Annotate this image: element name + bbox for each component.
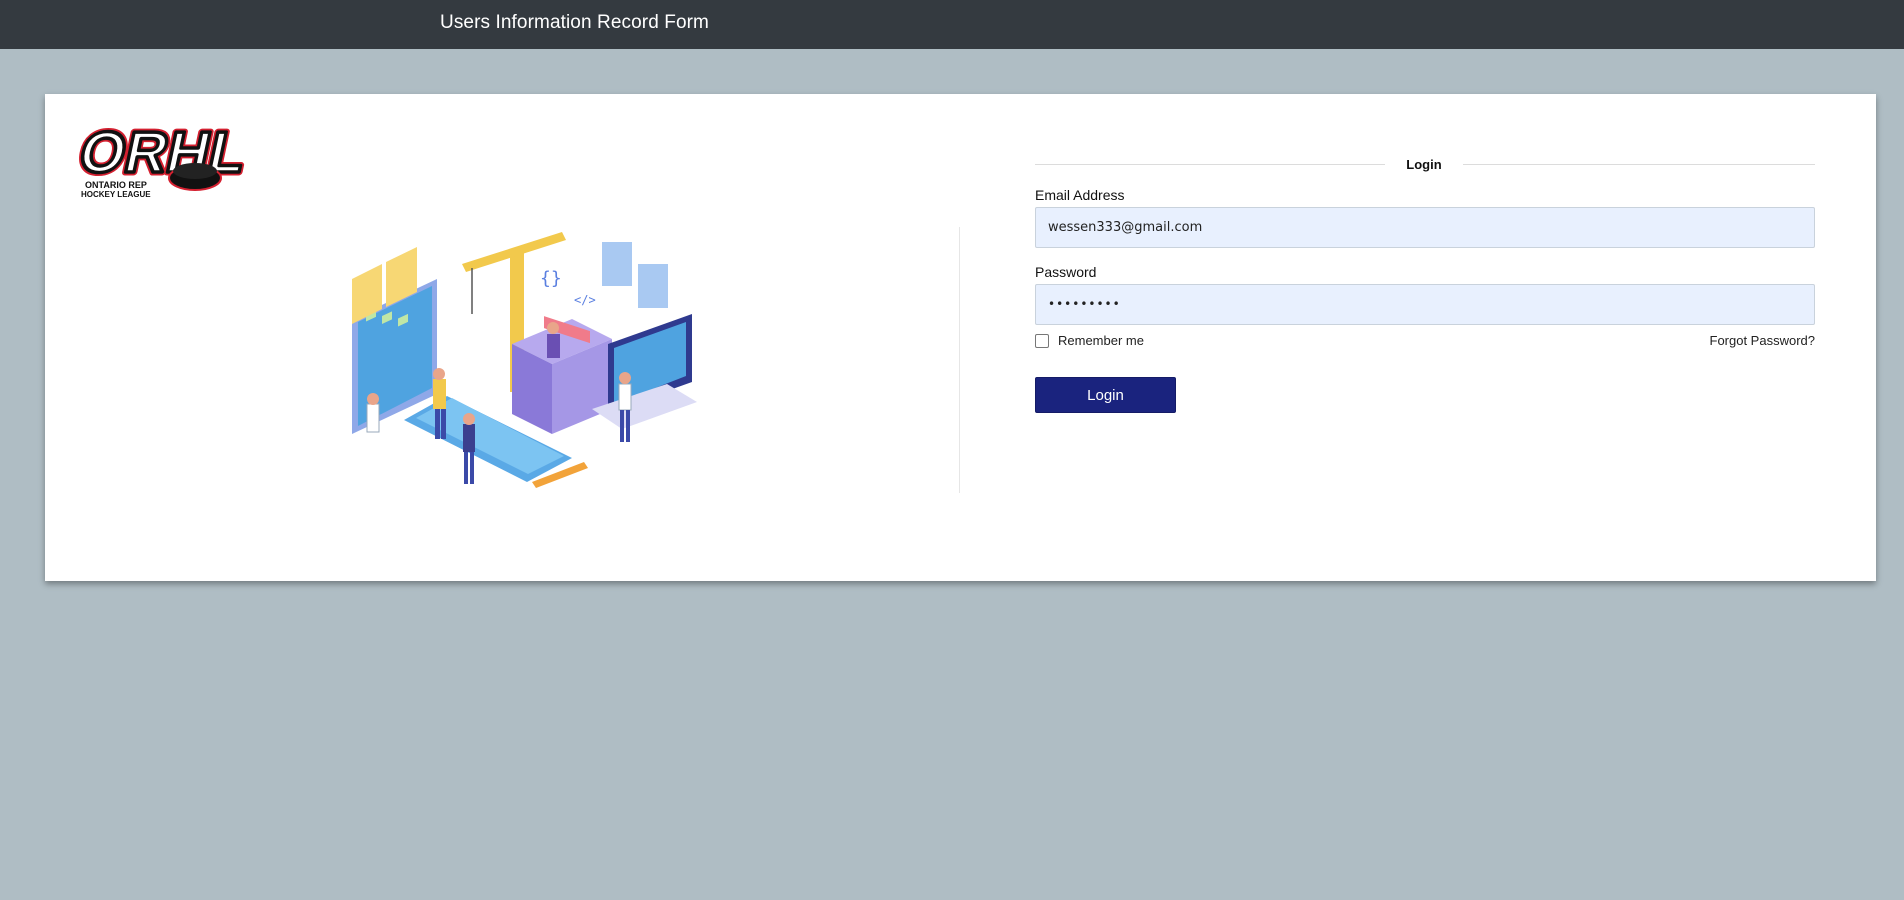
legend-line-right: [1463, 164, 1815, 165]
forgot-password-link[interactable]: Forgot Password?: [1710, 333, 1816, 348]
email-label: Email Address: [1035, 187, 1125, 203]
top-navbar: Users Information Record Form: [0, 0, 1904, 49]
legend-line-left: [1035, 164, 1385, 165]
svg-text:HOCKEY LEAGUE: HOCKEY LEAGUE: [81, 190, 151, 199]
team-illustration: {} </>: [352, 232, 697, 488]
password-input[interactable]: •••••••••: [1035, 284, 1815, 325]
password-label: Password: [1035, 264, 1097, 280]
svg-text:ONTARIO REP: ONTARIO REP: [85, 180, 147, 190]
svg-text:</>: </>: [574, 293, 596, 307]
svg-text:{}: {}: [540, 268, 562, 289]
login-legend-text: Login: [1406, 157, 1442, 172]
orhl-logo: ORHL ORHL ONTARIO REP HOCKEY LEAGUE: [70, 117, 247, 199]
vertical-divider: [959, 227, 960, 493]
remember-checkbox[interactable]: [1035, 333, 1049, 348]
login-form: Login Email Address wessen333@gmail.com …: [1035, 154, 1815, 413]
remember-me[interactable]: Remember me: [1035, 333, 1144, 348]
email-input[interactable]: wessen333@gmail.com: [1035, 207, 1815, 248]
page-title: Users Information Record Form: [440, 12, 709, 33]
login-legend: Login: [1035, 154, 1815, 174]
login-card: ORHL ORHL ONTARIO REP HOCKEY LEAGUE {} <…: [45, 94, 1876, 581]
login-options: Remember me Forgot Password?: [1035, 331, 1815, 353]
login-button[interactable]: Login: [1035, 377, 1176, 413]
remember-label[interactable]: Remember me: [1058, 333, 1144, 348]
